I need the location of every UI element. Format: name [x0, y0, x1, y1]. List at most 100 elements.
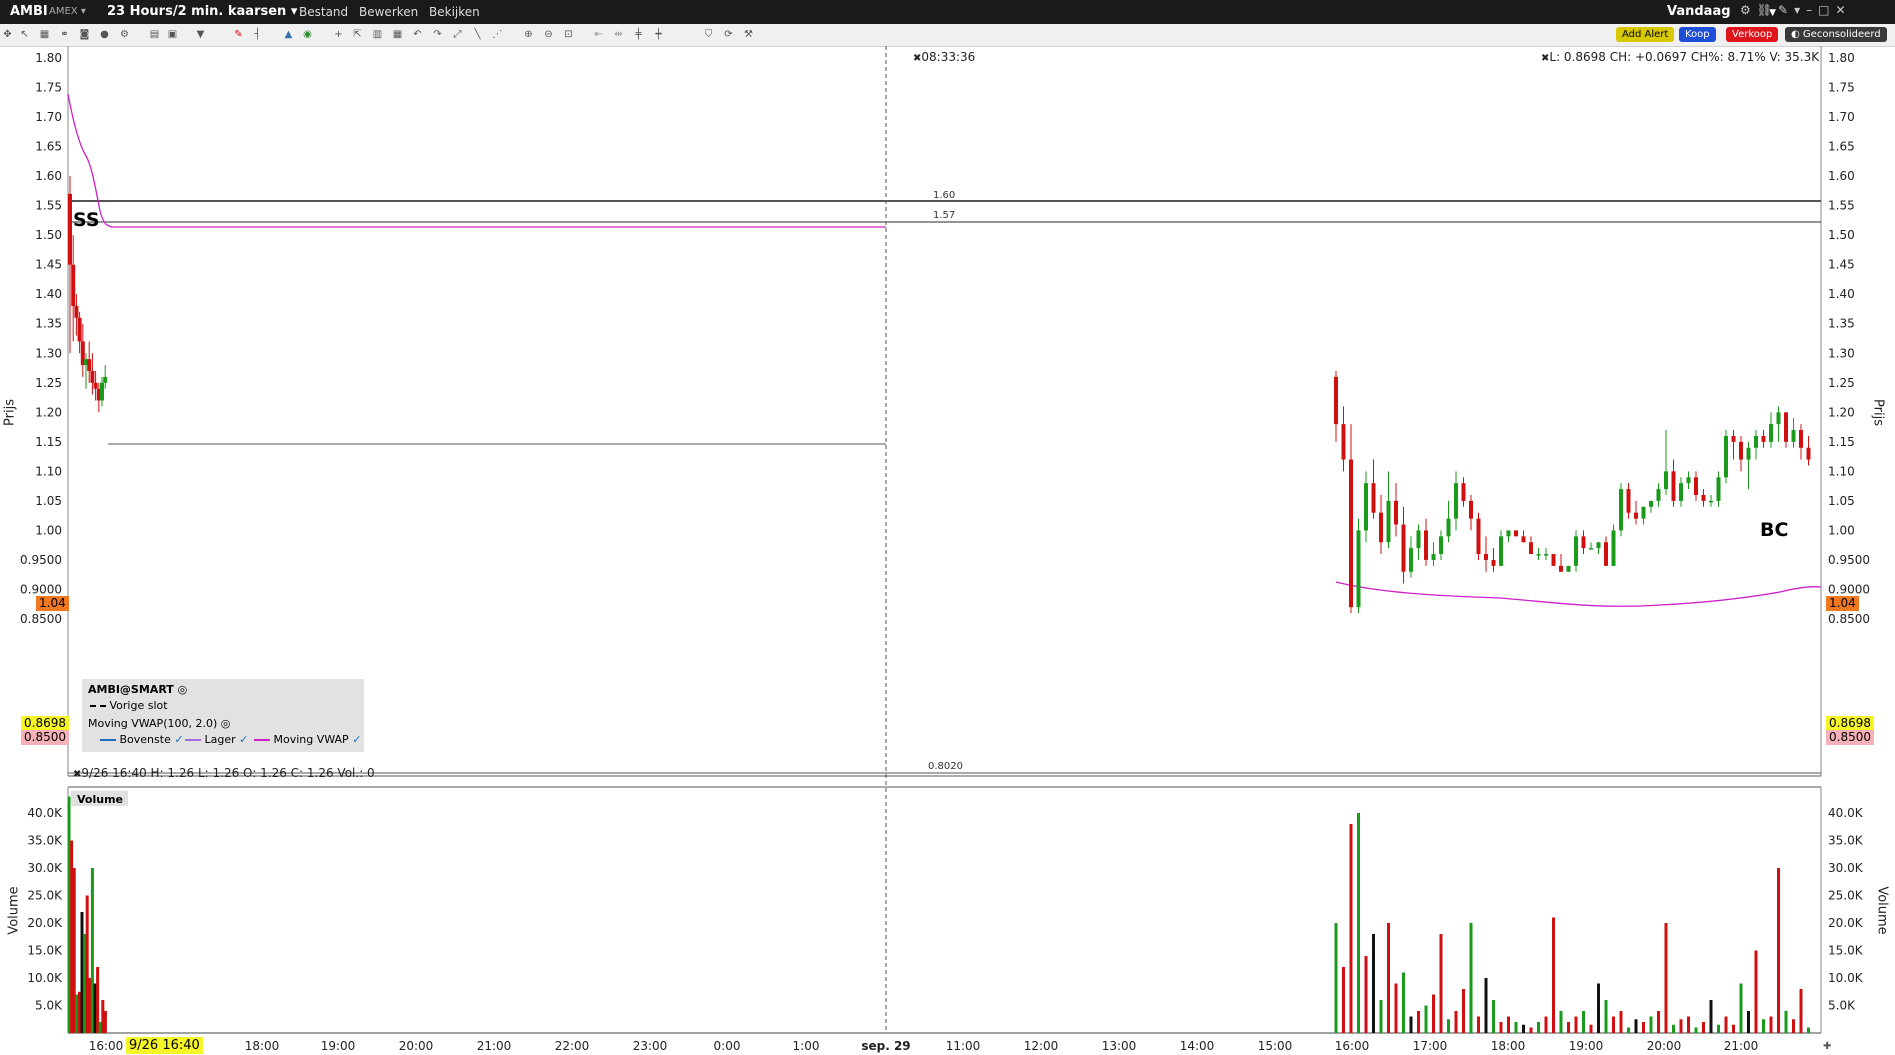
pin-icon[interactable]: ✎	[1778, 3, 1794, 17]
bars-icon[interactable]: ┤	[252, 29, 263, 40]
s2-candle	[1559, 565, 1563, 572]
circle-icon[interactable]: ●	[99, 29, 110, 40]
zoom-out-icon[interactable]: ⊖	[543, 29, 554, 40]
consolidated-button[interactable]: ◐ Geconsolideerd	[1785, 27, 1887, 42]
minimize-icon[interactable]: –	[1806, 3, 1818, 17]
marker-icon[interactable]: ┿	[653, 29, 664, 40]
check-icon[interactable]: ✓	[239, 733, 248, 746]
info-icon[interactable]: ◎	[221, 717, 231, 730]
s2-volume-bar	[1732, 1024, 1735, 1033]
s2-candle	[1566, 565, 1571, 572]
s2-candle	[1716, 477, 1721, 501]
s2-candle	[1701, 494, 1706, 501]
volume-tick-left: 10.0K	[27, 971, 63, 985]
settings-icon[interactable]: ⚙	[119, 29, 130, 40]
trend-icon[interactable]: ⤢	[452, 29, 463, 40]
check-icon[interactable]: ✓	[352, 733, 361, 746]
split-icon[interactable]: ╪	[633, 29, 644, 40]
menu-bekijken[interactable]: Bekijken	[429, 5, 480, 19]
s2-candle	[1731, 435, 1736, 442]
s2-volume-bar	[1349, 824, 1353, 1033]
cursor-icon[interactable]: ↖	[19, 29, 30, 40]
wrench-icon[interactable]: ⚒	[743, 29, 754, 40]
redo-icon[interactable]: ↷	[432, 29, 443, 40]
symbol-label[interactable]: AMBI	[10, 4, 48, 19]
s2-candle	[1604, 542, 1608, 566]
s2-volume-bar	[1807, 1027, 1810, 1033]
select-icon[interactable]: ⇱	[352, 29, 363, 40]
undo-icon[interactable]: ↶	[412, 29, 423, 40]
s2-volume-bar	[1709, 1000, 1713, 1033]
s2-volume-bar	[1687, 1016, 1690, 1033]
price-tick-left: 1.10	[35, 464, 62, 478]
zoom-in-icon[interactable]: ⊕	[523, 29, 534, 40]
box-icon[interactable]: ▥	[372, 29, 383, 40]
s2-candle	[1446, 518, 1451, 537]
fan-icon[interactable]: ⋰	[492, 29, 503, 40]
close-icon[interactable]: ✕	[1835, 3, 1851, 17]
info-icon[interactable]: ◎	[178, 683, 188, 696]
s2-candle	[1514, 530, 1518, 537]
price-tick-right: 1.05	[1828, 494, 1855, 508]
price-tick-left: 1.75	[35, 81, 62, 95]
s2-volume-bar	[1612, 1016, 1615, 1033]
s2-candle	[1469, 500, 1473, 519]
mountain-icon[interactable]: ▲	[283, 29, 294, 40]
sync-icon[interactable]: ⟳	[723, 29, 734, 40]
shield-icon[interactable]: ⛉	[703, 29, 714, 40]
menu-bewerken[interactable]: Bewerken	[359, 5, 418, 19]
toggle-icon: ◐	[1791, 29, 1800, 40]
window-controls[interactable]: ⚙⛓✎▾–□✕	[1740, 3, 1852, 17]
s2-volume-bar	[1544, 1016, 1548, 1033]
marker-ss: SS	[73, 209, 100, 231]
maximize-icon[interactable]: □	[1818, 3, 1835, 17]
s2-volume-bar	[1552, 917, 1555, 1033]
grid-icon[interactable]: ▦	[39, 29, 50, 40]
exchange-dropdown[interactable]: AMEX ▾	[49, 6, 86, 17]
s2-volume-bar	[1694, 1027, 1698, 1033]
s2-volume-bar	[1477, 1016, 1480, 1033]
legend-vwap[interactable]: Moving VWAP ✓	[254, 733, 361, 746]
period-dropdown[interactable]: 23 Hours/2 min. kaarsen ▾	[107, 4, 297, 19]
link-icon[interactable]: ⚭	[59, 29, 70, 40]
s2-candle	[1416, 530, 1421, 549]
sell-button[interactable]: Verkoop	[1726, 27, 1779, 42]
s2-candle	[1626, 489, 1631, 513]
s2-volume-bar	[1739, 983, 1743, 1033]
pencil-icon[interactable]: ✎	[233, 29, 244, 40]
scroll-left-icon[interactable]: ⇤	[593, 29, 604, 40]
layout-icon[interactable]: ▤	[149, 29, 160, 40]
menu-icon[interactable]: ▾	[1794, 3, 1806, 17]
marker-bc: BC	[1760, 519, 1788, 541]
crosshair-icon[interactable]: ✥	[2, 29, 13, 40]
table-icon[interactable]: ▦	[392, 29, 403, 40]
add-alert-button[interactable]: Add Alert	[1616, 27, 1675, 42]
s2-candle	[1746, 447, 1751, 460]
s2-candle	[1424, 530, 1428, 560]
refresh-icon[interactable]: ◉	[302, 29, 313, 40]
link-icon[interactable]: ⛓	[1757, 3, 1778, 17]
camera-icon[interactable]: ◙	[79, 29, 90, 40]
s2-candle	[1694, 477, 1698, 495]
check-icon[interactable]: ✓	[174, 733, 183, 746]
price-tick-left: 1.25	[35, 376, 62, 390]
gear-icon[interactable]: ⚙	[1740, 3, 1757, 17]
s2-candle	[1761, 435, 1766, 442]
plus-icon[interactable]: +	[333, 29, 344, 40]
line-icon[interactable]: ╲	[472, 29, 483, 40]
volume-tick-left: 25.0K	[27, 889, 63, 903]
menu-bestand[interactable]: Bestand	[299, 5, 348, 19]
s1-volume-bar	[75, 994, 79, 1033]
volume-tick-right: 40.0K	[1828, 806, 1864, 820]
legend-upper[interactable]: Bovenste ✓	[100, 733, 184, 746]
time-label: 23:00	[633, 1039, 668, 1053]
study-legend[interactable]: AMBI@SMART ◎ Vorige slot Moving VWAP(100…	[82, 679, 364, 752]
scroll-icon[interactable]: ⇹	[613, 29, 624, 40]
dropdown-icon[interactable]: ▼	[195, 29, 206, 40]
price-chart[interactable]: 1.60 1.57 0.8020 1.80 1.80 1.75 1.75 1.70 1.7…	[0, 46, 1895, 1055]
window-icon[interactable]: ▣	[167, 29, 178, 40]
fit-icon[interactable]: ⊡	[563, 29, 574, 40]
legend-lower[interactable]: Lager ✓	[185, 733, 248, 746]
buy-button[interactable]: Koop	[1679, 27, 1716, 42]
s2-candle	[1679, 483, 1683, 501]
